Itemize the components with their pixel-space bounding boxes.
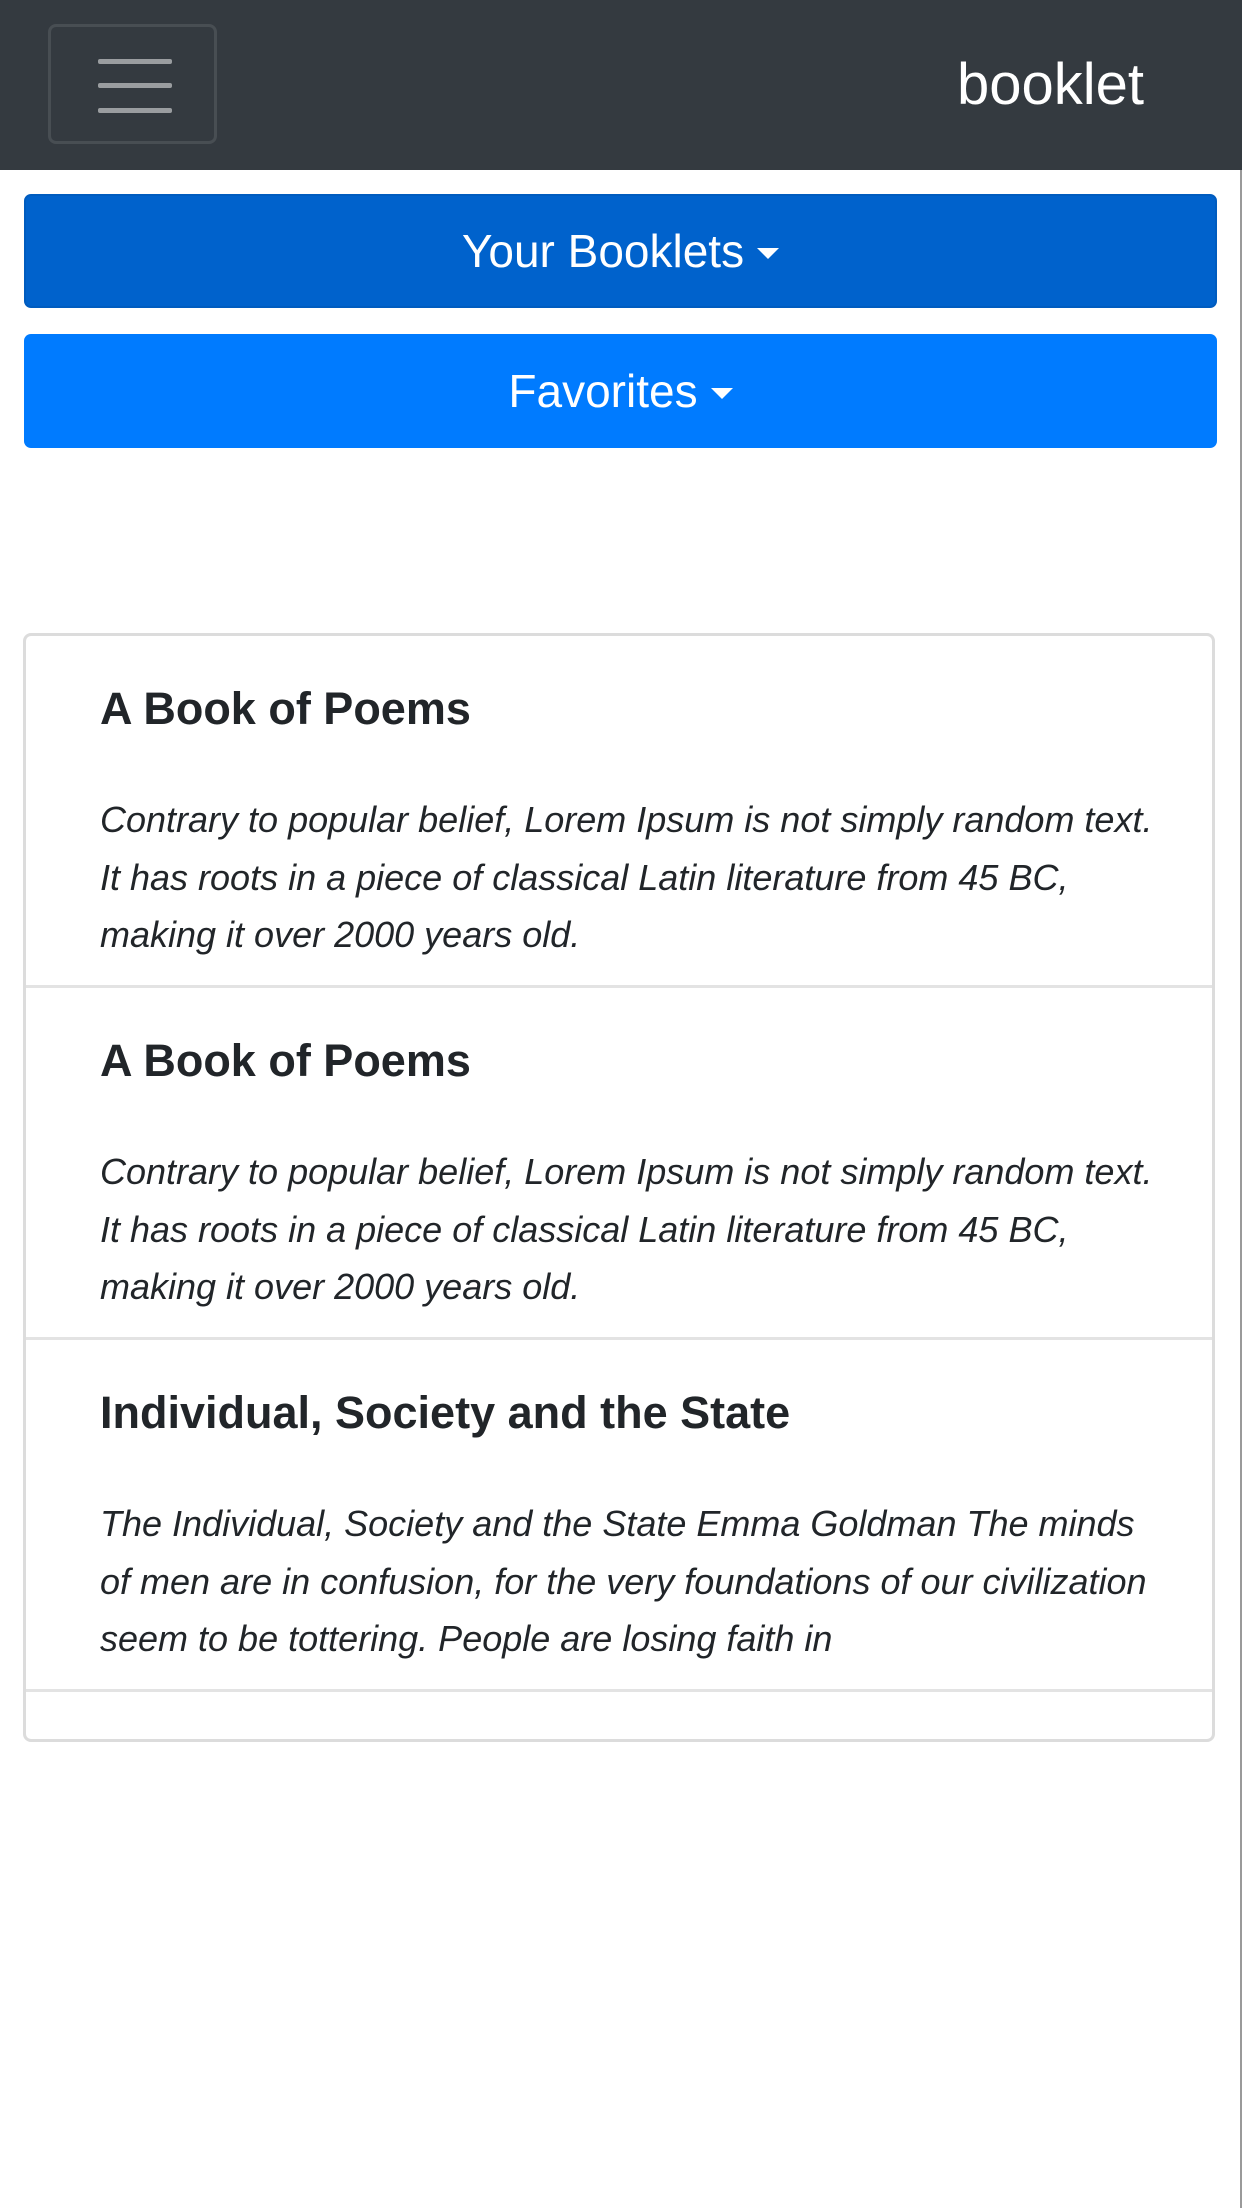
booklet-title: Individual, Society and the State [100,1387,791,1438]
booklet-title: A Book of Poems [100,1035,471,1086]
booklet-list-item[interactable]: Individual, Society and the State The In… [26,1340,1212,1692]
booklet-description: Contrary to popular belief, Lorem Ipsum … [100,799,1153,955]
booklet-list: A Book of Poems Contrary to popular beli… [23,633,1215,1742]
booklet-description: Contrary to popular belief, Lorem Ipsum … [100,1151,1153,1307]
hamburger-menu-icon [98,59,172,113]
booklet-description: The Individual, Society and the State Em… [100,1503,1147,1659]
booklet-list-item[interactable]: A Book of Poems Contrary to popular beli… [26,636,1212,988]
booklet-list-item[interactable]: A Book of Poems Contrary to popular beli… [26,988,1212,1340]
caret-down-icon [757,247,780,259]
navbar: booklet [0,0,1242,170]
caret-down-icon [710,387,733,399]
favorites-label: Favorites [508,365,698,417]
brand-link[interactable]: booklet [957,46,1144,124]
booklet-title: A Book of Poems [100,683,471,734]
navbar-toggle-button[interactable] [48,24,217,144]
favorites-dropdown-button[interactable]: Favorites [24,334,1217,448]
your-booklets-label: Your Booklets [461,225,745,277]
your-booklets-dropdown-button[interactable]: Your Booklets [24,194,1217,308]
